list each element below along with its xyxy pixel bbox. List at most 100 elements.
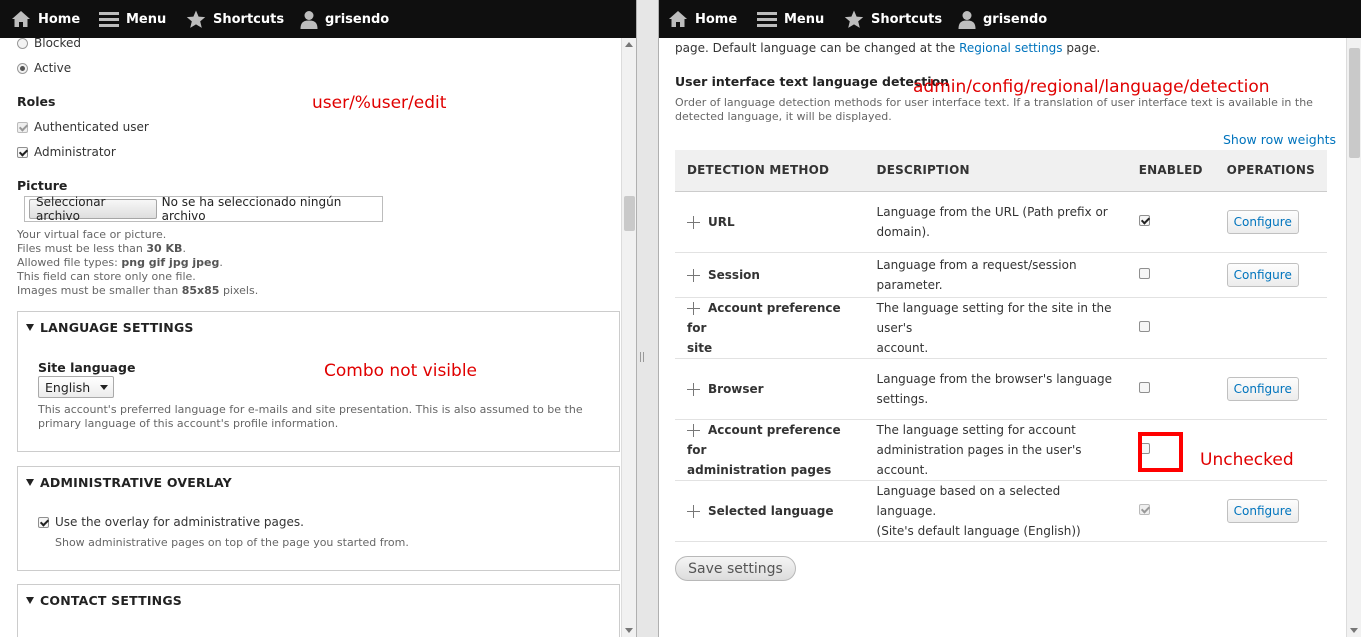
regional-settings-note: page. Default language can be changed at… — [675, 41, 1100, 55]
configure-selected-language-button[interactable]: Configure — [1226, 498, 1299, 523]
drag-handle-icon[interactable] — [687, 215, 700, 229]
show-row-weights-link[interactable]: Show row weights — [1223, 132, 1336, 147]
drag-handle-icon[interactable] — [687, 301, 700, 315]
status-active-option[interactable]: Active — [17, 61, 71, 75]
toolbar-home-label: Home — [38, 11, 81, 27]
scroll-down-arrow-icon[interactable] — [625, 628, 633, 633]
user-icon — [958, 10, 976, 29]
role-authenticated-option: Authenticated user — [17, 120, 149, 134]
toolbar-shortcuts[interactable]: Shortcuts — [844, 0, 942, 38]
table-row-browser: Browser Language from the browser's lang… — [675, 358, 1327, 420]
drag-handle-icon[interactable] — [687, 423, 700, 437]
toolbar-shortcuts[interactable]: Shortcuts — [186, 0, 284, 38]
operations-cell: Configure — [1214, 252, 1327, 298]
splitter-grip-icon[interactable] — [640, 352, 644, 362]
contact-settings-title: CONTACT SETTINGS — [40, 593, 182, 608]
section-desc-line-2: detected language, it will be displayed. — [675, 110, 892, 123]
enabled-cell — [1126, 297, 1215, 359]
account-site-enabled-checkbox[interactable] — [1138, 320, 1150, 332]
right-scrollbar-thumb[interactable] — [1349, 48, 1360, 158]
method-name: Session — [708, 267, 760, 282]
site-language-select[interactable]: English — [38, 376, 114, 398]
toolbar-user-label: grisendo — [983, 11, 1048, 27]
left-scrollbar[interactable] — [621, 38, 636, 637]
method-cell: Account preference for site — [675, 297, 865, 359]
admin-overlay-title: ADMINISTRATIVE OVERLAY — [40, 475, 232, 490]
picture-desc-line-5: Images must be smaller than 85x85 pixels… — [17, 284, 259, 297]
picture-desc-line-4: This field can store only one file. — [17, 270, 196, 283]
drag-handle-icon[interactable] — [687, 382, 700, 396]
table-row-selected-language: Selected language Language based on a se… — [675, 480, 1327, 542]
admin-overlay-toggle[interactable]: ADMINISTRATIVE OVERLAY — [26, 475, 232, 490]
configure-session-button[interactable]: Configure — [1226, 262, 1299, 287]
scroll-up-arrow-icon[interactable] — [625, 42, 633, 47]
operations-cell: Configure — [1214, 480, 1327, 542]
browser-enabled-checkbox[interactable] — [1138, 381, 1150, 393]
picture-desc-line-2: Files must be less than 30 KB. — [17, 242, 186, 255]
role-admin-label: Administrator — [34, 145, 116, 159]
header-enabled: ENABLED — [1126, 150, 1215, 192]
configure-url-button[interactable]: Configure — [1226, 209, 1299, 234]
site-language-value: English — [45, 379, 91, 395]
status-blocked-radio[interactable] — [17, 37, 28, 49]
method-cell: Session — [675, 252, 865, 298]
section-description: Order of language detection methods for … — [675, 96, 1325, 124]
right-scrollbar[interactable] — [1346, 38, 1361, 637]
role-admin-option[interactable]: Administrator — [17, 145, 116, 159]
toolbar-user[interactable]: grisendo — [958, 0, 1047, 38]
toolbar-menu[interactable]: Menu — [99, 0, 166, 38]
table-row-account-site: Account preference for site The language … — [675, 297, 1327, 359]
site-language-desc-line-2: primary language of this account's profi… — [38, 417, 339, 430]
annotation-user-edit-path: user/%user/edit — [312, 93, 447, 113]
overlay-option[interactable]: Use the overlay for administrative pages… — [38, 515, 304, 529]
toolbar-menu[interactable]: Menu — [757, 0, 824, 38]
admin-toolbar: Home Menu Shortcuts grisendo — [659, 0, 1361, 38]
site-language-label: Site language — [38, 360, 136, 375]
toolbar-shortcuts-label: Shortcuts — [213, 11, 285, 27]
drag-handle-icon[interactable] — [687, 504, 700, 518]
header-description: DESCRIPTION — [864, 150, 1127, 192]
method-name: Browser — [708, 381, 764, 396]
intro-text-pre: page. Default language can be changed at… — [675, 41, 960, 55]
status-blocked-option[interactable]: Blocked — [17, 36, 81, 50]
method-name-cont: site — [687, 340, 713, 355]
pane-splitter[interactable] — [636, 0, 659, 637]
table-row-url: URL Language from the URL (Path prefix o… — [675, 191, 1327, 253]
contact-settings-fieldset: CONTACT SETTINGS — [17, 584, 620, 637]
intro-text-post: page. — [1062, 41, 1101, 55]
enabled-cell — [1126, 358, 1215, 420]
enabled-cell — [1126, 191, 1215, 253]
overlay-description: Show administrative pages on top of the … — [55, 536, 409, 549]
overlay-checkbox[interactable] — [38, 516, 49, 528]
scroll-down-arrow-icon[interactable] — [1350, 628, 1358, 633]
session-enabled-checkbox[interactable] — [1138, 267, 1150, 279]
method-name: Account preference for — [687, 300, 841, 335]
choose-file-button[interactable]: Seleccionar archivo — [29, 195, 157, 223]
toolbar-user[interactable]: grisendo — [300, 0, 389, 38]
toolbar-home[interactable]: Home — [11, 0, 80, 38]
annotation-highlight-box — [1138, 432, 1183, 472]
drag-handle-icon[interactable] — [687, 268, 700, 282]
toolbar-shortcuts-label: Shortcuts — [871, 11, 943, 27]
save-settings-button[interactable]: Save settings — [675, 556, 796, 581]
method-cell: Browser — [675, 358, 865, 420]
picture-file-input[interactable]: Seleccionar archivo No se ha seleccionad… — [24, 195, 383, 223]
language-settings-toggle[interactable]: LANGUAGE SETTINGS — [26, 320, 194, 335]
toolbar-home[interactable]: Home — [668, 0, 737, 38]
picture-desc-line-3: Allowed file types: png gif jpg jpeg. — [17, 256, 223, 269]
chevron-down-icon — [100, 385, 108, 390]
role-admin-checkbox[interactable] — [17, 146, 28, 158]
regional-settings-link[interactable]: Regional settings — [959, 41, 1062, 55]
home-icon — [12, 11, 30, 27]
contact-settings-toggle[interactable]: CONTACT SETTINGS — [26, 593, 182, 608]
description-cell: The language setting for the site in the… — [864, 297, 1127, 359]
role-authenticated-label: Authenticated user — [34, 120, 149, 134]
roles-label: Roles — [17, 94, 56, 109]
left-scrollbar-thumb[interactable] — [624, 196, 635, 231]
status-active-radio[interactable] — [17, 62, 28, 74]
overlay-checkbox-label: Use the overlay for administrative pages… — [55, 515, 304, 529]
configure-browser-button[interactable]: Configure — [1226, 376, 1299, 401]
url-enabled-checkbox[interactable] — [1138, 214, 1150, 226]
detection-methods-table: DETECTION METHOD DESCRIPTION ENABLED OPE… — [675, 150, 1327, 542]
operations-cell — [1214, 297, 1327, 359]
